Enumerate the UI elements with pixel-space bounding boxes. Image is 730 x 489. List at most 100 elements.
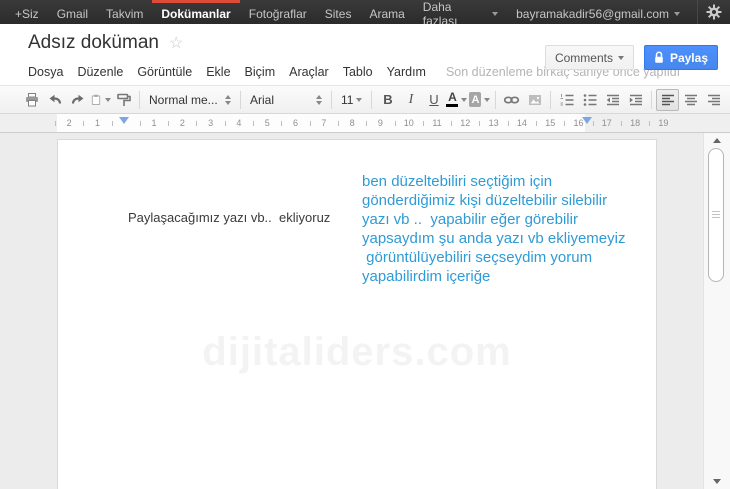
ruler-number: 2 [55, 114, 84, 132]
undo-button[interactable] [43, 89, 66, 111]
insert-image-button[interactable] [523, 89, 546, 111]
ruler-number: 12 [451, 114, 480, 132]
gear-icon [706, 4, 722, 20]
right-indent-marker[interactable] [582, 117, 592, 124]
undo-icon [49, 94, 61, 104]
underline-button[interactable]: U [422, 89, 445, 111]
star-icon[interactable]: ☆ [169, 33, 183, 53]
paragraph-style-select[interactable]: Normal me... [144, 89, 236, 111]
account-email: bayramakadir56@gmail.com [516, 6, 669, 21]
font-size-value: 11 [341, 92, 354, 107]
chevron-down-icon [105, 97, 111, 102]
insert-link-button[interactable] [500, 89, 523, 111]
ruler-number: 2 [168, 114, 197, 132]
topbar-item-photos[interactable]: Fotoğraflar [240, 0, 316, 24]
lock-icon [655, 51, 663, 63]
scrollbar-thumb[interactable] [708, 148, 724, 282]
left-indent-marker[interactable] [119, 117, 129, 124]
chevron-down-icon [492, 11, 499, 16]
scroll-down-arrow-icon[interactable] [713, 479, 721, 484]
toolbar-separator [550, 90, 552, 109]
share-label: Paylaş [669, 50, 708, 65]
redo-button[interactable] [66, 89, 89, 111]
topbar-item-gmail[interactable]: Gmail [48, 0, 97, 24]
menu-file[interactable]: Dosya [28, 65, 63, 79]
web-clipboard-button[interactable] [89, 89, 112, 111]
document-text-line: yapabilirdim içeriğe [362, 268, 491, 285]
text-color-button[interactable]: A [445, 89, 468, 111]
chevron-down-icon [484, 97, 491, 102]
google-topbar: +Siz Gmail Takvim Dokümanlar Fotoğraflar… [0, 0, 730, 28]
numbered-list-button[interactable] [555, 89, 578, 111]
ruler-number: 6 [281, 114, 310, 132]
bullet-list-icon [583, 93, 597, 106]
document-title[interactable]: Adsız doküman [28, 32, 159, 54]
document-text-line: gönderdiğimiz kişi düzeltebilir silebili… [362, 192, 608, 209]
menu-format[interactable]: Biçim [245, 65, 276, 79]
indent-icon [629, 94, 642, 105]
decrease-indent-button[interactable] [601, 89, 624, 111]
ruler-number: 13 [479, 114, 508, 132]
comments-label: Comments [554, 50, 613, 65]
bullet-list-button[interactable] [578, 89, 601, 111]
watermark: dijitaliders.com [202, 330, 512, 374]
numbered-list-icon [560, 93, 574, 105]
font-size-select[interactable]: 11 [336, 89, 367, 111]
menu-view[interactable]: Görüntüle [137, 65, 192, 79]
topbar-item-search[interactable]: Arama [360, 0, 413, 24]
chevron-down-icon [617, 55, 624, 60]
ruler-number: 1 [139, 114, 169, 132]
account-menu[interactable]: bayramakadir56@gmail.com [507, 4, 689, 21]
share-button[interactable]: Paylaş [643, 45, 718, 70]
comments-button[interactable]: Comments [544, 45, 634, 70]
toolbar-separator [371, 90, 373, 109]
menu-insert[interactable]: Ekle [206, 65, 230, 79]
highlight-color-button[interactable]: A [468, 89, 491, 111]
increase-indent-button[interactable] [624, 89, 647, 111]
italic-button[interactable]: I [399, 89, 422, 111]
vertical-scrollbar[interactable] [703, 133, 730, 489]
topbar-item-plus-you[interactable]: +Siz [6, 0, 48, 24]
align-left-icon [661, 94, 674, 105]
topbar-item-more[interactable]: Daha fazlası [414, 0, 507, 28]
chevron-down-icon [461, 97, 468, 102]
header-buttons: Comments Paylaş [544, 45, 718, 70]
settings-button[interactable] [698, 0, 730, 24]
ruler: 2 1 1 2 3 4 5 6 7 8 9 10 11 12 13 14 15 16 17 18 19 [0, 114, 730, 133]
clipboard-icon [91, 94, 101, 105]
menu-tools[interactable]: Araçlar [289, 65, 329, 79]
document-text-line: görüntülüyebiliri seçseydim yorum [362, 249, 593, 266]
paragraph-style-value: Normal me... [149, 92, 218, 107]
document-text-black[interactable]: Paylaşacağımız yazı vb.. ekliyoruz [128, 210, 330, 225]
menu-help[interactable]: Yardım [387, 65, 426, 79]
toolbar-separator [651, 90, 653, 109]
paint-format-button[interactable] [112, 89, 135, 111]
google-docs-window: +Siz Gmail Takvim Dokümanlar Fotoğraflar… [0, 0, 730, 489]
topbar-item-calendar[interactable]: Takvim [97, 0, 152, 24]
toolbar-separator [331, 90, 332, 109]
bold-button[interactable]: B [376, 89, 399, 111]
highlight-icon: A [469, 92, 482, 107]
document-text-line: ben düzeltebiliri seçtiğim için [362, 173, 553, 190]
document-text-blue[interactable]: ben düzeltebiliri seçtiğim için gönderdiğ… [362, 172, 625, 286]
font-family-select[interactable]: Arial [245, 89, 327, 111]
print-button[interactable] [20, 89, 43, 111]
toolbar-separator [495, 90, 497, 109]
align-left-button[interactable] [656, 88, 680, 111]
align-right-icon [707, 94, 720, 105]
font-family-value: Arial [250, 92, 275, 107]
document-header: Adsız doküman ☆ Dosya Düzenle Görüntüle … [0, 24, 730, 85]
redo-icon [71, 94, 83, 104]
ruler-number: 1 [83, 114, 112, 132]
menu-table[interactable]: Tablo [343, 65, 373, 79]
ruler-number: 3 [196, 114, 225, 132]
topbar-item-sites[interactable]: Sites [316, 0, 361, 24]
align-center-button[interactable] [679, 89, 702, 111]
justify-button[interactable] [725, 89, 730, 111]
topbar-item-documents[interactable]: Dokümanlar [152, 0, 240, 24]
menu-edit[interactable]: Düzenle [77, 65, 123, 79]
document-page[interactable]: dijitaliders.com Paylaşacağımız yazı vb.… [57, 139, 657, 489]
scroll-up-arrow-icon[interactable] [713, 138, 721, 143]
ruler-number: 4 [224, 114, 254, 132]
align-right-button[interactable] [702, 89, 725, 111]
